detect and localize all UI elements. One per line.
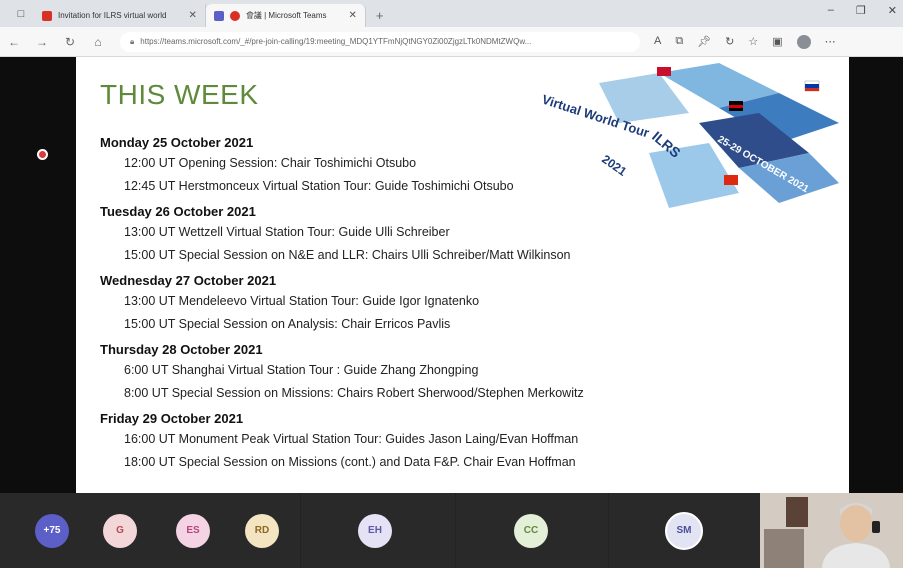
read-aloud-icon[interactable]: A [654,35,661,49]
refresh-icon[interactable]: ↻ [56,35,84,49]
day-heading: Thursday 28 October 2021 [100,342,263,357]
schedule-item: 15:00 UT Special Session on N&E and LLR:… [124,248,571,262]
profile-avatar[interactable] [796,34,811,49]
home-icon[interactable]: ⌂ [84,35,112,49]
tab-invitation[interactable]: Invitation for ILRS virtual world ✕ [34,4,206,27]
address-toolbar: ← → ↻ ⌂ 🔒︎ https://teams.microsoft.com/_… [0,27,903,57]
more-icon[interactable]: ⋯ [825,35,836,49]
schedule-item: 13:00 UT Mendeleevo Virtual Station Tour… [124,294,480,308]
extensions-icon[interactable]: ⧉ [675,35,683,49]
participant-tile[interactable]: +75 [22,493,82,568]
presenter-video[interactable] [760,493,903,568]
day-heading: Wednesday 27 October 2021 [100,273,277,288]
participant-tile[interactable]: CC [501,493,561,568]
participant-tile[interactable]: ES [163,493,223,568]
schedule-item: 16:00 UT Monument Peak Virtual Station T… [124,432,579,446]
meeting-stage: THIS WEEK Virtual World Tour ILRS 2021 2… [0,57,903,493]
tab-label: 會議 | Microsoft Teams [245,11,327,20]
schedule-item: 12:00 UT Opening Session: Chair Toshimic… [124,156,417,170]
participant-avatar: SM [665,511,703,550]
address-input[interactable]: 🔒︎ https://teams.microsoft.com/_#/pre-jo… [120,31,640,52]
refresh-page-icon[interactable]: ↻ [725,35,734,49]
presenter-video-frame [760,493,903,568]
participant-avatar: EH [358,513,392,548]
participant-avatar: RD [245,513,279,548]
gmail-icon [42,10,52,21]
window-controls: – ❐ ✕ [828,4,897,17]
tile-divider [300,493,301,568]
browser-tab-bar: □ Invitation for ILRS virtual world ✕ 會議… [0,0,903,27]
participant-avatar: CC [514,513,548,548]
schedule-item: 13:00 UT Wettzell Virtual Station Tour: … [124,225,450,239]
close-window-icon[interactable]: ✕ [888,4,897,17]
lock-icon: 🔒︎ [130,36,135,46]
recording-icon [229,10,240,21]
schedule-item: 6:00 UT Shanghai Virtual Station Tour : … [124,363,479,377]
collections-icon[interactable]: ▣ [772,35,782,49]
tab-actions-icon[interactable]: □ [12,5,30,23]
schedule-item: 15:00 UT Special Session on Analysis: Ch… [124,317,451,331]
schedule-item: 8:00 UT Special Session on Missions: Cha… [124,386,584,400]
schedule-item: 12:45 UT Herstmonceux Virtual Station To… [124,179,514,193]
teams-icon [213,10,224,21]
participant-avatar: G [103,513,137,548]
participant-tile[interactable]: SM [654,493,714,568]
slide-title: THIS WEEK [100,79,259,110]
tile-divider [455,493,456,568]
day-heading: Friday 29 October 2021 [100,411,244,426]
pin-icon[interactable]: 📌︎ [697,35,711,49]
url-text: https://teams.microsoft.com/_#/pre-join-… [140,37,532,46]
shared-slide: THIS WEEK Virtual World Tour ILRS 2021 2… [76,57,849,493]
tile-divider [608,493,609,568]
day-heading: Monday 25 October 2021 [100,135,254,150]
participant-avatar: +75 [35,513,69,548]
restore-icon[interactable]: ❐ [856,4,866,17]
favorites-icon[interactable]: ☆ [748,35,758,49]
participant-tile[interactable]: G [90,493,150,568]
browser-tools: A ⧉ 📌︎ ↻ ☆ ▣ ⋯ [654,34,836,49]
day-heading: Tuesday 26 October 2021 [100,204,256,219]
participant-tile[interactable]: RD [232,493,292,568]
schedule-item: 18:00 UT Special Session on Missions (co… [124,455,576,469]
back-icon[interactable]: ← [0,35,28,49]
minimize-icon[interactable]: – [828,4,834,17]
close-tab-icon[interactable]: ✕ [189,10,197,21]
participant-tile[interactable]: EH [345,493,405,568]
close-tab-icon[interactable]: ✕ [349,10,357,21]
tab-teams[interactable]: 會議 | Microsoft Teams ✕ [205,4,366,27]
forward-icon[interactable]: → [28,35,56,49]
participant-avatar: ES [176,513,210,548]
recording-indicator-icon [37,149,48,160]
tab-label: Invitation for ILRS virtual world [58,11,167,20]
schedule-list: Monday 25 October 2021 12:00 UT Opening S… [100,133,660,474]
new-tab-button[interactable]: + [376,8,384,23]
